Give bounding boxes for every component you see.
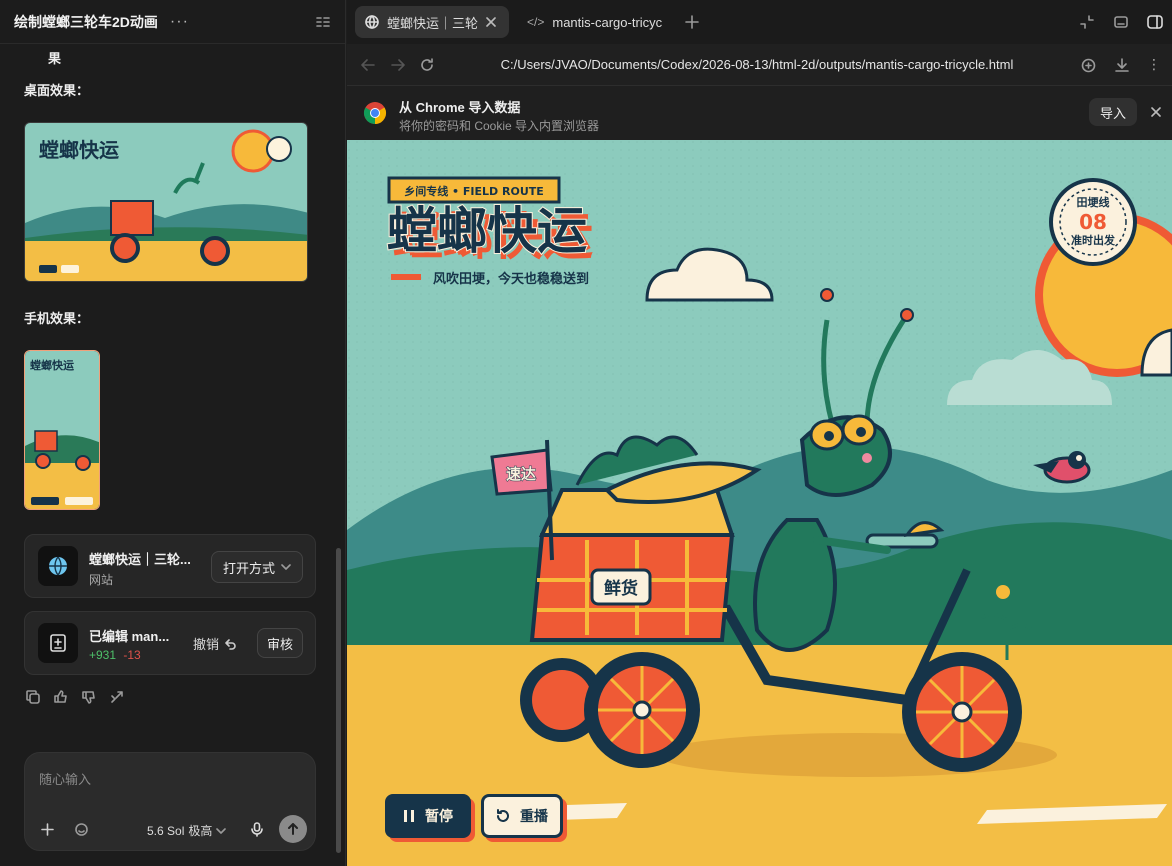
stamp-bottom: 准时出发 — [1071, 233, 1116, 247]
hero-title: 螳螂快运 — [387, 202, 587, 260]
website-card-subtitle: 网站 — [89, 573, 114, 587]
page-viewport: 乡间专线 • FIELD ROUTE 螳螂快运 螳螂快运 风吹田埂，今天也稳稳送… — [347, 140, 1172, 866]
stamp-number: 08 — [1079, 210, 1107, 234]
hero-tagline: 风吹田埂，今天也稳稳送到 — [433, 271, 589, 287]
edit-card: 已编辑 man... +931 -13 撤销 审核 — [24, 611, 316, 675]
effort-level: 极高 — [188, 824, 213, 838]
import-infobar: 从 Chrome 导入数据 将你的密码和 Cookie 导入内置浏览器 导入 — [347, 86, 1172, 140]
close-icon[interactable] — [486, 17, 496, 27]
svg-text:螳螂快运: 螳螂快运 — [39, 138, 119, 162]
website-card: 螳螂快运｜三轮... 网站 打开方式 — [24, 534, 316, 598]
crate-label: 鲜货 — [604, 578, 638, 599]
sidebar-toggle-icon[interactable] — [1147, 14, 1163, 30]
route-badge: 乡间专线 • FIELD ROUTE — [404, 184, 544, 198]
reload-icon[interactable] — [420, 58, 434, 72]
chat-panel: 绘制螳螂三轮车2D动画 ··· 果 桌面效果： 螳螂快运 手机效果： 螳螂快运 … — [0, 0, 346, 866]
microphone-icon[interactable] — [251, 822, 263, 837]
lines-removed: -13 — [123, 648, 141, 662]
composer: 随心输入 5.6 Sol 极高 — [24, 752, 316, 851]
desktop-preview-image[interactable]: 螳螂快运 — [24, 122, 308, 282]
open-with-button[interactable]: 打开方式 — [211, 551, 303, 583]
tricycle-scene: 乡间专线 • FIELD ROUTE 螳螂快运 螳螂快运 风吹田埂，今天也稳稳送… — [347, 140, 1172, 866]
infobar-title: 从 Chrome 导入数据 — [399, 100, 521, 115]
pause-icon — [404, 810, 414, 822]
replay-label: 重播 — [520, 808, 548, 824]
tab-bar: 螳螂快运｜三轮 </> mantis-cargo-tricyc — [347, 0, 1172, 44]
more-menu-icon[interactable]: ⋮ — [1147, 56, 1162, 73]
mobile-effect-label: 手机效果： — [24, 311, 90, 326]
globe-icon — [38, 546, 78, 586]
open-with-label: 打开方式 — [222, 560, 275, 576]
review-label: 审核 — [266, 636, 293, 652]
browser-panel: 螳螂快运｜三轮 </> mantis-cargo-tricyc C:/Users… — [347, 0, 1172, 866]
undo-label: 撤销 — [193, 637, 220, 652]
departure-stamp: 田埂线 08 准时出发 — [1049, 178, 1137, 266]
app-window: 绘制螳螂三轮车2D动画 ··· 果 桌面效果： 螳螂快运 手机效果： 螳螂快运 … — [0, 0, 1172, 866]
send-button[interactable] — [279, 815, 307, 843]
model-name: 5.6 Sol — [147, 823, 185, 838]
lines-added: +931 — [89, 648, 117, 662]
shrink-icon[interactable] — [1080, 15, 1094, 29]
thumbs-up-icon[interactable] — [54, 690, 68, 704]
list-settings-icon[interactable] — [315, 14, 331, 30]
download-icon[interactable] — [1115, 58, 1129, 72]
infobar-subtitle: 将你的密码和 Cookie 导入内置浏览器 — [399, 119, 600, 133]
website-card-title: 螳螂快运｜三轮... — [89, 552, 191, 567]
share-icon[interactable] — [110, 690, 124, 704]
close-icon[interactable] — [1151, 107, 1161, 117]
code-icon: </> — [527, 15, 545, 29]
chat-title: 绘制螳螂三轮车2D动画 — [14, 13, 158, 30]
url-field[interactable]: C:/Users/JVAO/Documents/Codex/2026-08-13… — [497, 57, 1017, 72]
add-comment-icon[interactable] — [1081, 58, 1096, 73]
tab-label: 螳螂快运｜三轮 — [387, 15, 479, 31]
pause-label: 暂停 — [425, 808, 453, 824]
model-selector[interactable]: 5.6 Sol 极高 — [147, 822, 227, 839]
new-tab-icon[interactable] — [685, 15, 699, 29]
chat-scrollbar[interactable] — [336, 548, 341, 853]
svg-text:螳螂快运: 螳螂快运 — [30, 358, 74, 372]
import-button[interactable]: 导入 — [1089, 98, 1137, 126]
chrome-logo-icon — [364, 102, 386, 124]
message-input[interactable]: 随心输入 — [39, 769, 91, 788]
edit-card-title: 已编辑 man... — [89, 629, 170, 644]
more-options-button[interactable]: ··· — [170, 13, 189, 31]
diff-stats: +931 -13 — [89, 648, 141, 662]
back-icon[interactable] — [361, 58, 375, 72]
undo-button[interactable]: 撤销 — [193, 634, 237, 653]
copy-icon[interactable] — [26, 690, 40, 704]
message-actions — [26, 690, 124, 704]
window-icon[interactable] — [1114, 15, 1128, 29]
undo-icon — [225, 638, 236, 650]
address-bar: C:/Users/JVAO/Documents/Codex/2026-08-13… — [347, 44, 1172, 86]
replay-button[interactable]: 重播 — [481, 794, 563, 838]
desktop-effect-label: 桌面效果： — [24, 83, 90, 98]
file-diff-icon — [38, 623, 78, 663]
globe-icon — [365, 15, 379, 29]
stamp-top: 田埂线 — [1077, 195, 1110, 209]
flag-label: 速达 — [506, 465, 536, 483]
thumbs-down-icon[interactable] — [82, 690, 96, 704]
replay-icon — [497, 809, 509, 822]
mobile-preview-image[interactable]: 螳螂快运 — [24, 350, 100, 510]
chat-header: 绘制螳螂三轮车2D动画 ··· — [0, 0, 345, 44]
review-button[interactable]: 审核 — [257, 628, 303, 658]
plus-icon[interactable] — [41, 823, 54, 836]
forward-icon[interactable] — [391, 58, 405, 72]
chevron-down-icon — [216, 827, 227, 834]
arrow-up-icon — [288, 823, 298, 835]
emoji-icon[interactable] — [75, 823, 88, 836]
truncated-text-line: 果 — [48, 51, 62, 66]
tab-inactive[interactable]: </> mantis-cargo-tricyc — [517, 6, 669, 38]
tab-active[interactable]: 螳螂快运｜三轮 — [355, 6, 509, 38]
pause-button[interactable]: 暂停 — [385, 794, 471, 838]
chevron-down-icon — [281, 564, 291, 570]
tab-label: mantis-cargo-tricyc — [552, 14, 663, 30]
